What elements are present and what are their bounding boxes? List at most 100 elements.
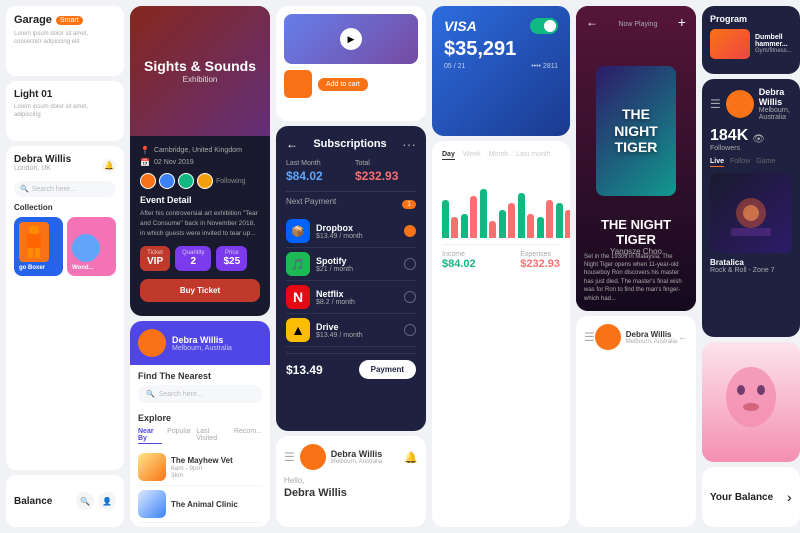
netflix-radio[interactable]: [404, 291, 416, 303]
expense-bar-5: [527, 214, 534, 238]
visa-brand: VISA: [444, 18, 477, 34]
tab-game[interactable]: Game: [756, 158, 775, 167]
chart-tabs: Day Week Month Last month: [442, 151, 560, 160]
explore-item-1-info: The Mayhew Vet 8am - 9pm 3km: [171, 456, 262, 479]
garage-description: Lorem ipsum dolor sit amet, consectetr a…: [14, 30, 116, 47]
tab-recommended[interactable]: Recom...: [234, 428, 262, 444]
follower-avatar-4: [197, 173, 213, 189]
book-title-section: THE NIGHT TIGER Yangsze Choo: [576, 217, 696, 256]
spotify-radio[interactable]: [404, 258, 416, 270]
search-placeholder: Search here...: [32, 186, 76, 193]
event-card: Sights & Sounds Exhibition 📍 Cambridge, …: [130, 6, 270, 316]
search-bar[interactable]: 🔍 Search here...: [14, 181, 116, 197]
tab-nearby[interactable]: Near By: [138, 428, 162, 444]
program-sub: Gym/fitness...: [755, 48, 792, 54]
tab-popular[interactable]: Popular: [167, 428, 191, 444]
ticket-price: Price $25: [216, 246, 247, 271]
collection-card-2[interactable]: Wond...: [67, 217, 116, 276]
income-bar-1: [442, 200, 449, 238]
sub-item-drive[interactable]: ▲ Drive $13.49 / month: [286, 314, 416, 347]
collection-card-1[interactable]: go Boxer: [14, 217, 63, 276]
book-add-icon[interactable]: +: [678, 14, 686, 30]
spotify-icon: 🎵: [286, 252, 310, 276]
visa-toggle[interactable]: [530, 18, 558, 34]
followers-block: 184K Followers: [710, 127, 748, 152]
buy-ticket-button[interactable]: Buy Ticket: [140, 279, 260, 302]
balance-title: Balance: [14, 496, 52, 507]
collection-card-1-label: go Boxer: [19, 265, 58, 271]
garage-header: Garage Smart: [14, 14, 116, 26]
followers-count: 184K: [710, 127, 748, 144]
drive-radio[interactable]: [404, 324, 416, 336]
balance-icons: 🔍 👤: [76, 492, 116, 510]
collection-label: Collection: [14, 203, 116, 212]
sub-item-spotify[interactable]: 🎵 Spotify $21 / month: [286, 248, 416, 281]
chart-tab-last-month[interactable]: Last month: [516, 151, 551, 160]
follower-avatar-1: [140, 173, 156, 189]
tab-follow[interactable]: Follow: [730, 158, 750, 167]
spotify-name: Spotify: [316, 256, 398, 266]
sub-item-dropbox[interactable]: 📦 Dropbox $13.49 / month: [286, 215, 416, 248]
profile-location: London, UK: [14, 165, 71, 172]
play-icon[interactable]: ▶: [340, 28, 362, 50]
social-user-name: Debra Willis: [759, 87, 792, 107]
back-icon[interactable]: ←: [286, 137, 298, 151]
chat-header: ☰ Debra Willis Melbourn, Australia 🔔: [284, 444, 418, 470]
search-icon-balance[interactable]: 🔍: [76, 492, 94, 510]
chart-tab-week[interactable]: Week: [463, 151, 481, 160]
explore-item-1[interactable]: The Mayhew Vet 8am - 9pm 3km: [138, 449, 262, 486]
your-balance-title: Your Balance: [710, 492, 773, 503]
book-title: THE NIGHT TIGER: [586, 217, 686, 247]
bell-icon[interactable]: 🔔: [102, 159, 116, 173]
article-footer: Add to cart: [284, 70, 418, 98]
map-avatar: [138, 329, 166, 357]
next-payment-label: Next Payment: [286, 197, 336, 206]
map-search-bar[interactable]: 🔍 Search here...: [138, 385, 262, 403]
price-value: $25: [223, 256, 240, 267]
profile-card: Debra Willis London, UK 🔔 🔍 Search here.…: [6, 146, 124, 470]
profile-name-block: Debra Willis London, UK: [14, 154, 71, 177]
bar-group-7: [556, 203, 570, 238]
income-bar-4: [499, 210, 506, 238]
chart-tab-month[interactable]: Month: [489, 151, 508, 160]
footer-amount: $13.49: [286, 363, 323, 377]
ticket-quantity: Quantity 2: [175, 246, 211, 271]
qty-value: 2: [182, 256, 204, 267]
tab-live[interactable]: Live: [710, 158, 724, 167]
chart-tab-day[interactable]: Day: [442, 151, 455, 160]
user-icon-balance[interactable]: 👤: [98, 492, 116, 510]
payment-button[interactable]: Payment: [359, 360, 416, 379]
chat2-menu-icon[interactable]: ☰: [584, 330, 595, 344]
bar-group-6: [537, 200, 553, 238]
social-tabs: Live Follow Game: [710, 158, 792, 167]
chat-menu-icon[interactable]: ☰: [284, 450, 295, 464]
visa-meta: 05 / 21 •••• 2811: [444, 63, 558, 70]
social-avatar: [726, 90, 754, 118]
sub-item-netflix[interactable]: N Netflix $8.2 / month: [286, 281, 416, 314]
dropbox-radio[interactable]: [404, 225, 416, 237]
tab-last-visited[interactable]: Last Visited: [196, 428, 229, 444]
drive-icon: ▲: [286, 318, 310, 342]
chat2-header: ☰ Debra Willis Melbourn, Australia ←: [584, 324, 688, 350]
chart-legend: Income $84.02 Expenses $232.93: [442, 251, 560, 270]
explore-item-1-meta1: 8am - 9pm: [171, 465, 262, 472]
social-menu-icon[interactable]: ☰: [710, 97, 721, 111]
income-label: Income: [442, 251, 476, 258]
genre-label: Rock & Roll - Zone 7: [710, 267, 792, 274]
chart-card: Day Week Month Last month: [432, 141, 570, 527]
explore-item-2-name: The Animal Clinic: [171, 500, 262, 509]
book-back-icon[interactable]: ←: [586, 15, 598, 29]
column-2: Sights & Sounds Exhibition 📍 Cambridge, …: [130, 6, 270, 527]
program-item[interactable]: Dumbell hammer... Gym/fitness...: [710, 29, 792, 59]
expense-bar-2: [470, 196, 477, 238]
chat2-back-icon[interactable]: ←: [678, 332, 688, 343]
chevron-right-icon[interactable]: ›: [787, 489, 792, 505]
explore-item-2[interactable]: The Animal Clinic: [138, 486, 262, 523]
add-to-cart-button[interactable]: Add to cart: [318, 78, 368, 91]
more-icon[interactable]: ···: [402, 136, 416, 152]
income-value: $84.02: [442, 258, 476, 270]
chat-bell-icon[interactable]: 🔔: [404, 451, 418, 464]
bar-group-2: [461, 196, 477, 238]
event-location: 📍 Cambridge, United Kingdom: [140, 146, 260, 155]
expense-bar-7: [565, 210, 570, 238]
